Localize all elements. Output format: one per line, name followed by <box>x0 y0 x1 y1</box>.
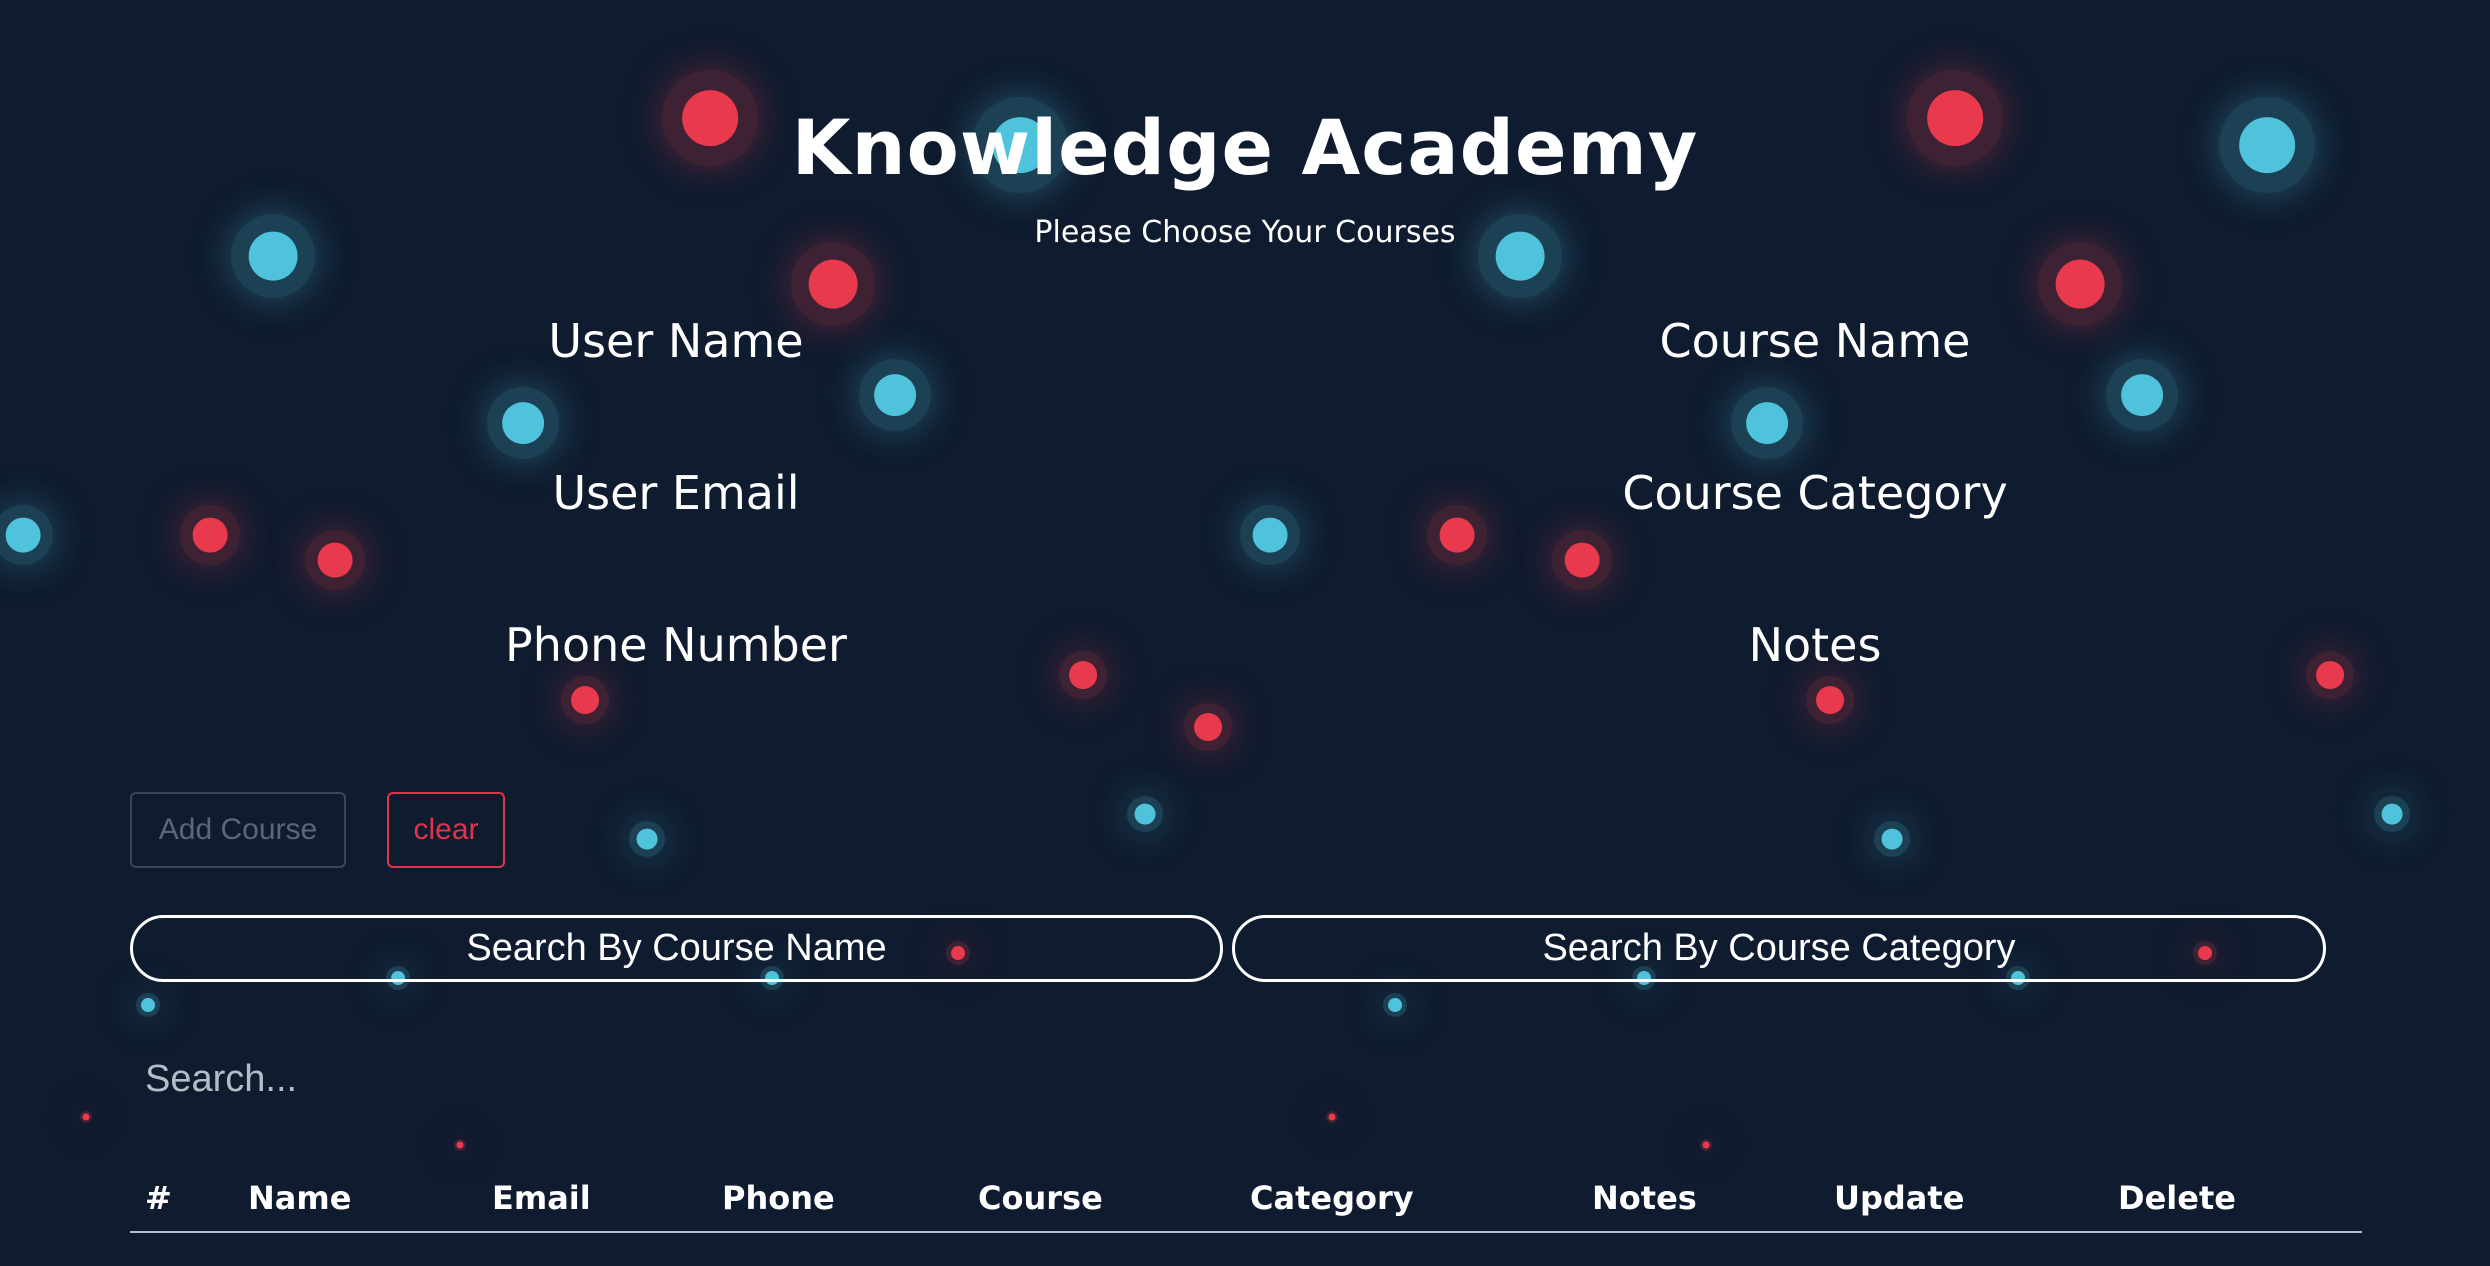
column-header-name: Name <box>248 1179 352 1217</box>
particle-31 <box>136 993 160 1017</box>
particle-27 <box>2374 796 2410 832</box>
column-header-notes: Notes <box>1592 1179 1697 1217</box>
search-by-course-category-button[interactable]: Search By Course Category <box>1232 915 2326 982</box>
user-email-input[interactable] <box>226 527 1126 587</box>
page-subtitle: Please Choose Your Courses <box>1034 215 1456 250</box>
particle-24 <box>1127 796 1163 832</box>
column-header-category: Category <box>1250 1179 1414 1217</box>
column-header-update: Update <box>1834 1179 1965 1217</box>
user-email-label: User Email <box>552 466 800 520</box>
column-header-phone: Phone <box>722 1179 835 1217</box>
particle-23 <box>2306 651 2354 699</box>
notes-input[interactable] <box>1365 679 2265 739</box>
particle-13 <box>0 505 53 565</box>
page-title: Knowledge Academy <box>791 103 1699 192</box>
particle-38 <box>1326 1111 1338 1123</box>
course-name-label: Course Name <box>1659 314 1971 368</box>
phone-number-label: Phone Number <box>505 618 847 672</box>
clear-button[interactable]: clear <box>387 792 505 868</box>
particle-35 <box>1383 993 1407 1017</box>
column-header-delete: Delete <box>2118 1179 2236 1217</box>
particle-25 <box>629 821 665 857</box>
table-header: # Name Email Phone Course Category Notes… <box>130 1165 2362 1233</box>
particle-16 <box>1240 505 1300 565</box>
user-name-input[interactable] <box>226 375 1126 435</box>
course-category-input[interactable] <box>1365 527 2265 587</box>
column-header-email: Email <box>492 1179 591 1217</box>
particle-39 <box>1700 1139 1712 1151</box>
column-header-index: # <box>145 1179 172 1217</box>
courses-table: # Name Email Phone Course Category Notes… <box>130 1165 2362 1233</box>
user-name-label: User Name <box>548 314 804 368</box>
course-category-label: Course Category <box>1622 466 2008 520</box>
search-by-course-name-button[interactable]: Search By Course Name <box>130 915 1223 982</box>
particle-26 <box>1874 821 1910 857</box>
search-input[interactable] <box>130 1046 2360 1112</box>
notes-label: Notes <box>1748 618 1882 672</box>
particle-37 <box>454 1139 466 1151</box>
add-course-button[interactable]: Add Course <box>130 792 346 868</box>
column-header-course: Course <box>978 1179 1103 1217</box>
particle-21 <box>1184 703 1232 751</box>
phone-number-input[interactable] <box>226 679 1126 739</box>
course-name-input[interactable] <box>1365 375 2265 435</box>
particle-36 <box>80 1111 92 1123</box>
